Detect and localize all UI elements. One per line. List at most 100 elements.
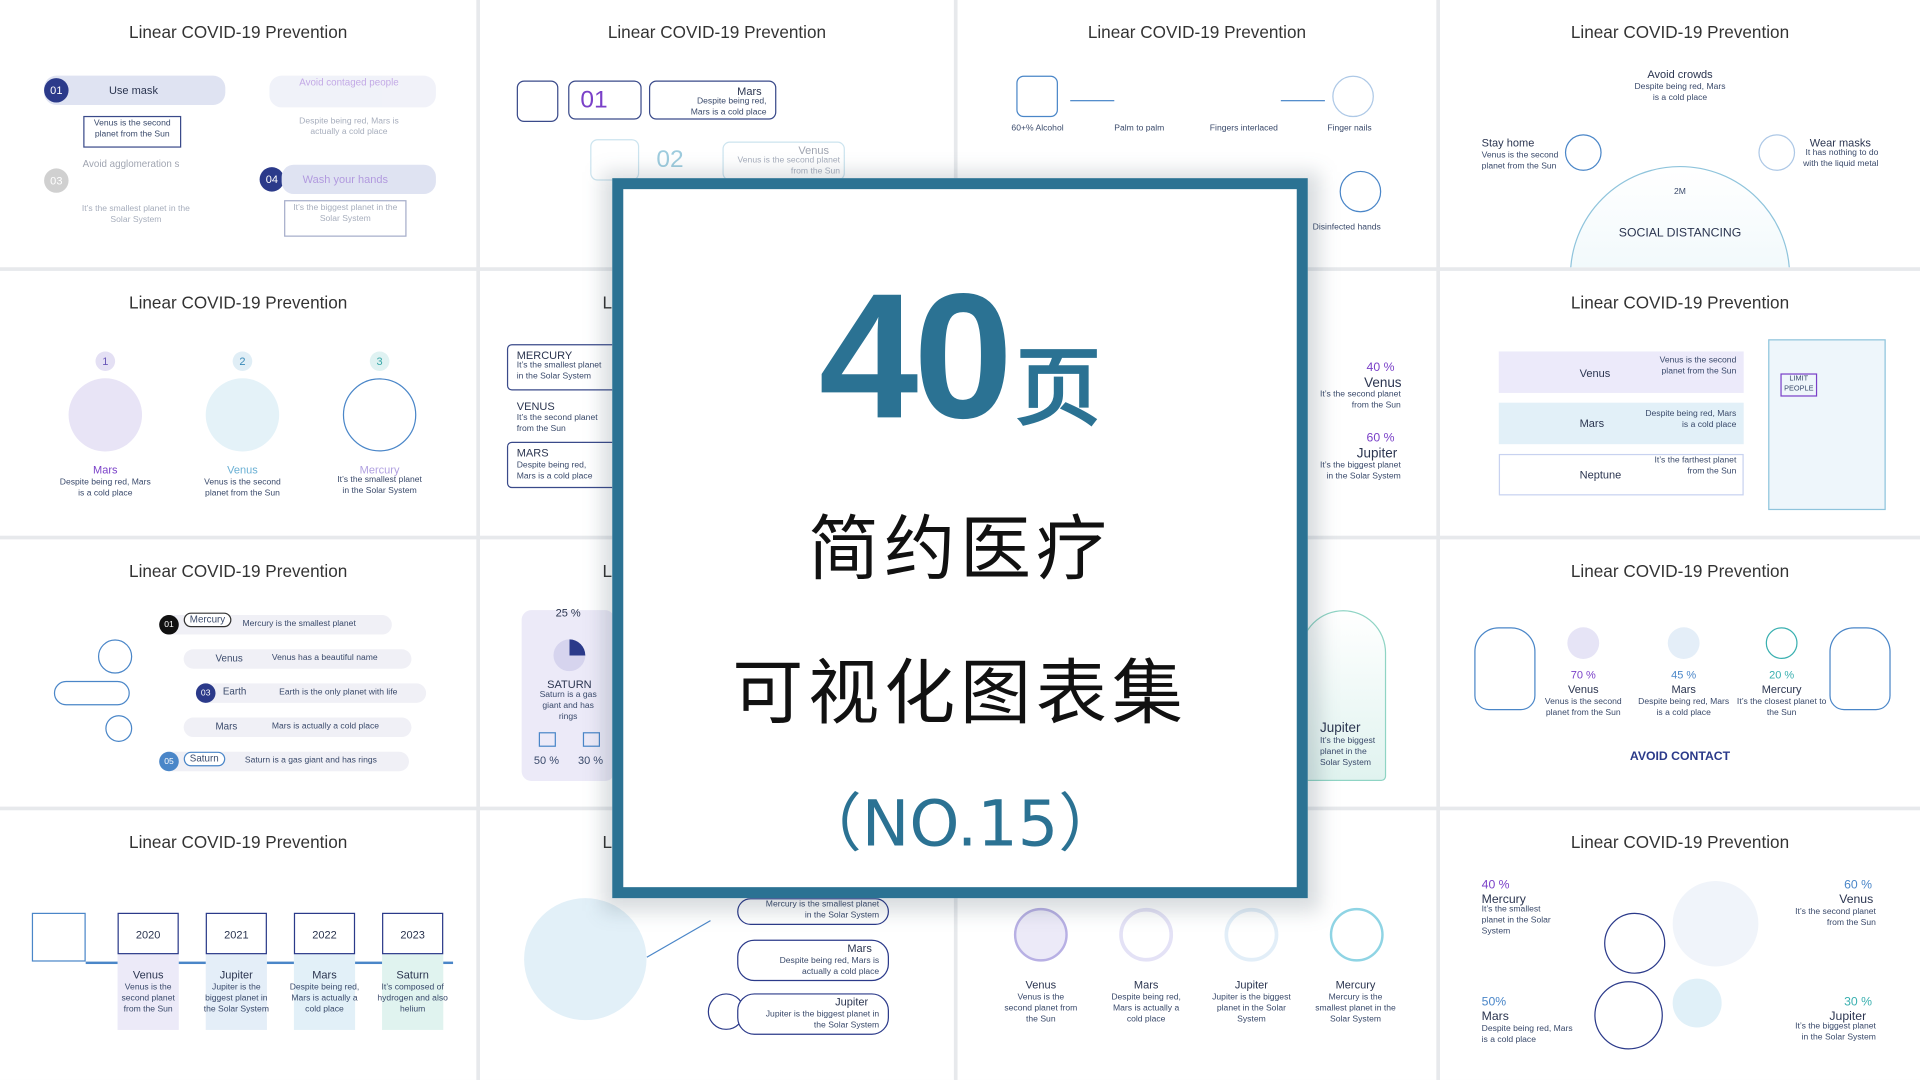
- cover-title-line-1: 简约医疗: [808, 507, 1112, 591]
- list-number: 01: [159, 615, 179, 635]
- item-title: Mars: [1671, 683, 1696, 696]
- item-desc: Venus is the second planet from the Sun: [1481, 151, 1559, 171]
- thumbnail-grid: Linear COVID-19 Prevention 01 Use mask V…: [0, 0, 1920, 1080]
- list-desc: Mercury is the smallest planet: [242, 619, 356, 629]
- stat-value: 50 %: [533, 754, 560, 767]
- slide-title: Linear COVID-19 Prevention: [1570, 561, 1790, 581]
- column-title: Venus: [132, 968, 164, 982]
- year-label: 2020: [117, 912, 179, 955]
- slide-title: Linear COVID-19 Prevention: [129, 292, 348, 313]
- list-desc: Venus has a beautiful name: [271, 654, 378, 663]
- item-title: Mercury: [1761, 683, 1802, 696]
- slide-title: Linear COVID-19 Prevention: [129, 21, 348, 42]
- mask-icon: [1604, 912, 1666, 974]
- step-desc: Despite being red, Mars is a cold place: [690, 97, 767, 117]
- handwash-icon: [1594, 981, 1663, 1050]
- column-desc: Despite being red, Mars is actually a co…: [289, 983, 360, 1014]
- step-group-faded: 03 Avoid agglomeration s It’s the smalle…: [44, 156, 228, 237]
- large-circle: [524, 898, 647, 1021]
- door-sign: LIMIT PEOPLE: [1780, 373, 1818, 397]
- pie-chart: [553, 639, 586, 672]
- row-title: Neptune: [1579, 468, 1622, 481]
- person-avatar: [68, 378, 143, 452]
- cover-card: 40 页 简约医疗 可视化图表集 （NO.15）: [612, 178, 1308, 899]
- step-number: 1: [95, 351, 116, 371]
- slide-thumb-5[interactable]: Linear COVID-19 Prevention 1 Mars Despit…: [0, 270, 477, 536]
- home-person-icon: [31, 912, 86, 962]
- list-title: Mercury: [183, 612, 232, 628]
- step-desc: Despite being red, Mars is actually a co…: [299, 117, 399, 137]
- item-desc: It’s the smallest planet in the Solar Sy…: [337, 475, 422, 496]
- step-desc: It’s the biggest planet in the Solar Sys…: [284, 200, 407, 237]
- list-desc: Saturn is a gas giant and has rings: [244, 756, 377, 766]
- item-desc: Despite being red, Mars is a cold place: [59, 478, 151, 498]
- stat-value: 30 %: [577, 754, 604, 767]
- column-title: Jupiter: [219, 968, 253, 982]
- step-number: 02: [656, 146, 684, 174]
- item-title: Venus: [1567, 683, 1599, 696]
- connector: [1280, 100, 1325, 102]
- cover-series-number: （NO.15）: [798, 788, 1122, 862]
- tissue-icon: [1329, 907, 1384, 962]
- row-desc: It’s the farthest planet from the Sun: [1654, 456, 1737, 476]
- step-desc: Venus is the second planet from the Sun: [83, 115, 182, 148]
- item-desc: Despite being red, Mars is a cold place: [1638, 698, 1730, 718]
- slide-thumb-8[interactable]: Linear COVID-19 Prevention Venus Venus i…: [1440, 270, 1920, 536]
- step-number: 04: [259, 167, 285, 192]
- step-number: 3: [369, 351, 390, 371]
- step-number: 2: [232, 351, 253, 371]
- step-label: Palm to palm: [1114, 124, 1165, 134]
- callout-desc: Despite being red, Mars is actually a co…: [779, 956, 880, 976]
- slide-thumb-4[interactable]: Linear COVID-19 Prevention Avoid crowds …: [1440, 0, 1920, 268]
- slide-thumb-16[interactable]: Linear COVID-19 Prevention 40 % Mercury …: [1440, 810, 1920, 1080]
- slide-thumb-1[interactable]: Linear COVID-19 Prevention 01 Use mask V…: [0, 0, 477, 268]
- row-title: Venus: [1579, 367, 1611, 380]
- item-title: Wear masks: [1809, 136, 1871, 149]
- list-number: 03: [195, 683, 216, 703]
- item-desc: Despite being red, Mars is a cold place: [1634, 82, 1726, 103]
- hand-icon: [1474, 627, 1536, 711]
- step-group-faded: Avoid contaged people Despite being red,…: [257, 71, 441, 152]
- connector: [1070, 100, 1115, 102]
- cover-title-line-2: 可视化图表集: [732, 651, 1188, 735]
- sanitizer-icon: [1016, 75, 1058, 118]
- item-title: Stay home: [1481, 136, 1535, 149]
- step-number: 03: [44, 168, 69, 193]
- item-desc: It’s the biggest planet in the Solar Sys…: [1319, 461, 1401, 481]
- card-desc: It’s the smallest planet in the Solar Sy…: [516, 361, 602, 381]
- item-icon: [1667, 627, 1700, 659]
- percent-label: 45 %: [1671, 668, 1697, 681]
- virus-icon: [97, 639, 133, 674]
- item-desc: Despite being red, Mars is actually a co…: [1111, 993, 1181, 1024]
- slide-title: Linear COVID-19 Prevention: [1570, 832, 1790, 852]
- hands-icon: [1339, 170, 1382, 213]
- row-desc: Despite being red, Mars is a cold place: [1645, 410, 1737, 430]
- item-title: Mars: [93, 463, 118, 476]
- row-title: Mars: [1579, 417, 1605, 430]
- percent-label: 60 %: [1366, 431, 1395, 446]
- item-title: Mercury: [359, 463, 400, 476]
- card-desc: It’s the biggest planet in the Solar Sys…: [1320, 737, 1376, 767]
- step-number: 01: [580, 86, 608, 114]
- page-count: 40: [818, 256, 1013, 456]
- stat-desc: Saturn is a gas giant and has rings: [539, 690, 597, 721]
- percent-label: 40 %: [1481, 878, 1510, 893]
- step-label: 60+% Alcohol: [1011, 124, 1064, 134]
- slide-thumb-12[interactable]: Linear COVID-19 Prevention 70 % Venus Ve…: [1440, 539, 1920, 807]
- item-desc: Venus is the second planet from the Sun: [1544, 698, 1622, 718]
- spray-icon: [1672, 978, 1722, 1028]
- step-label: Disinfected hands: [1312, 223, 1381, 232]
- alert-icon: [105, 715, 133, 742]
- slide-thumb-13[interactable]: Linear COVID-19 Prevention 2020 Venus Ve…: [0, 810, 477, 1080]
- slide-thumb-9[interactable]: Linear COVID-19 Prevention 01 Mercury Me…: [0, 539, 477, 807]
- home-icon: [1564, 134, 1602, 171]
- card-title: MERCURY: [516, 349, 573, 362]
- item-title: Mars: [1133, 978, 1159, 991]
- item-title: Venus: [1839, 893, 1874, 907]
- item-title: Avoid crowds: [1647, 68, 1713, 81]
- item-icon: [1567, 627, 1600, 659]
- item-title: Jupiter: [1234, 978, 1268, 991]
- percent-label: 40 %: [1366, 361, 1395, 375]
- gloves-icon: [1224, 907, 1279, 962]
- slide-title: Linear COVID-19 Prevention: [1087, 21, 1307, 42]
